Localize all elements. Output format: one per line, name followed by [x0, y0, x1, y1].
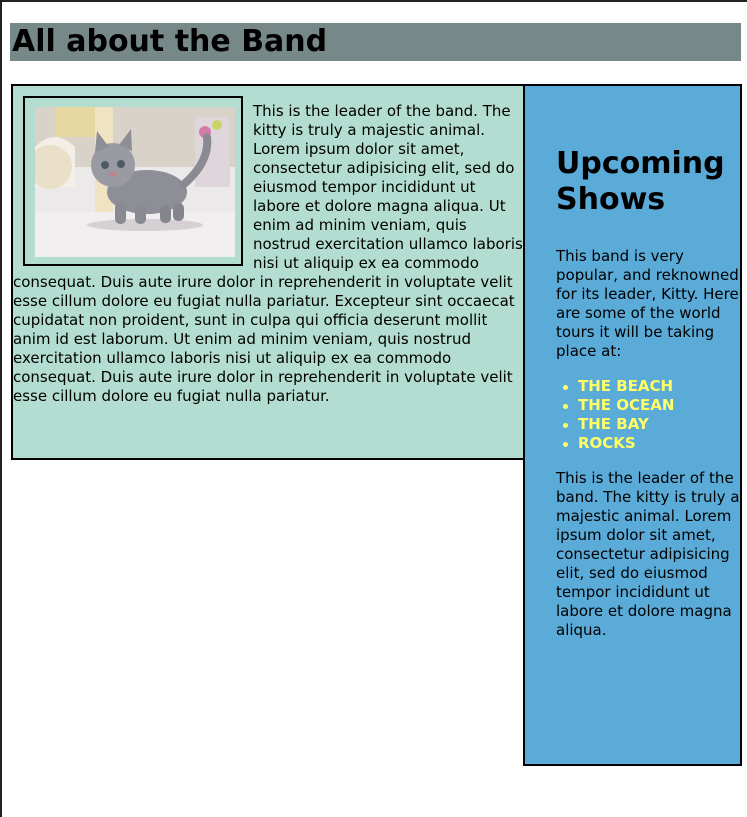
- page-header: All about the Band: [10, 23, 741, 61]
- sidebar-intro: This band is very popular, and reknowned…: [556, 247, 739, 360]
- show-item: THE BAY: [563, 415, 740, 434]
- sidebar-outro: This is the leader of the band. The kitt…: [556, 469, 740, 639]
- band-leader-section: This is the leader of the band. The kitt…: [11, 84, 525, 460]
- show-item: ROCKS: [563, 434, 740, 453]
- window-top-edge: [0, 0, 747, 2]
- sidebar-heading: Upcoming Shows: [556, 146, 725, 217]
- page-title: All about the Band: [12, 24, 328, 59]
- window-left-edge: [0, 0, 2, 817]
- upcoming-shows-sidebar: Upcoming Shows This band is very popular…: [523, 84, 742, 766]
- show-item: THE OCEAN: [563, 396, 740, 415]
- shows-list: THE BEACH THE OCEAN THE BAY ROCKS: [556, 377, 740, 453]
- photo-frame: [23, 96, 243, 266]
- kitten-photo: [28, 107, 235, 257]
- show-item: THE BEACH: [563, 377, 740, 396]
